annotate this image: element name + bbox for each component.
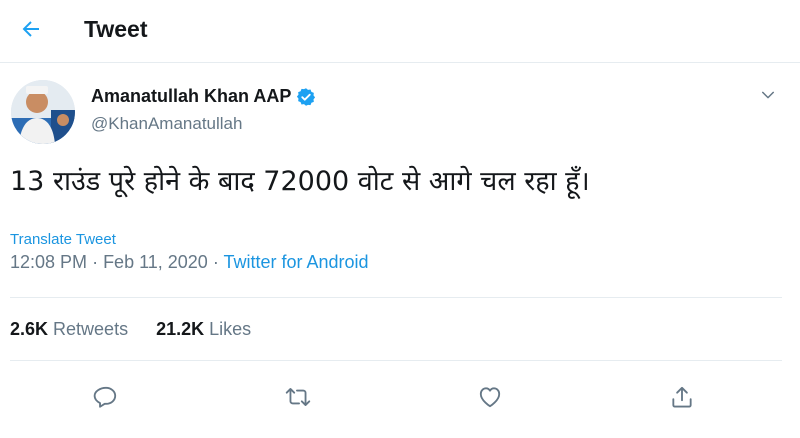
divider bbox=[10, 297, 782, 298]
meta-separator: · bbox=[212, 252, 224, 272]
likes-stat[interactable]: 21.2K Likes bbox=[156, 319, 251, 340]
translate-tweet-link[interactable]: Translate Tweet bbox=[10, 231, 116, 248]
reply-button[interactable] bbox=[86, 379, 126, 419]
tweet-stats: 2.6K Retweets 21.2K Likes bbox=[10, 319, 279, 340]
share-button[interactable] bbox=[662, 379, 702, 419]
share-icon bbox=[669, 384, 695, 414]
author-display-name[interactable]: Amanatullah Khan AAP bbox=[91, 86, 291, 107]
avatar[interactable] bbox=[11, 80, 75, 144]
meta-separator: · bbox=[92, 252, 104, 272]
retweet-button[interactable] bbox=[278, 379, 318, 419]
tweet-text: 13 राउंड पूरे होने के बाद 72000 वोट से आ… bbox=[10, 166, 590, 197]
verified-badge-icon bbox=[296, 87, 316, 107]
divider bbox=[10, 360, 782, 361]
chevron-down-icon bbox=[759, 86, 777, 108]
likes-label: Likes bbox=[209, 319, 252, 339]
page-title: Tweet bbox=[84, 16, 148, 42]
tweet-date[interactable]: Feb 11, 2020 bbox=[103, 252, 208, 272]
tweet-meta: 12:08 PM · Feb 11, 2020 · Twitter for An… bbox=[10, 252, 369, 273]
back-button[interactable] bbox=[12, 12, 50, 50]
header-bar: Tweet bbox=[0, 0, 800, 63]
more-options-button[interactable] bbox=[755, 84, 781, 110]
arrow-left-icon bbox=[19, 17, 43, 45]
tweet-source-link[interactable]: Twitter for Android bbox=[224, 252, 369, 272]
reply-icon bbox=[93, 384, 119, 414]
retweets-label: Retweets bbox=[53, 319, 129, 339]
retweet-icon bbox=[284, 384, 312, 414]
retweets-count: 2.6K bbox=[10, 319, 49, 339]
tweet-time[interactable]: 12:08 PM bbox=[10, 252, 87, 272]
like-button[interactable] bbox=[470, 379, 510, 419]
author-name-row: Amanatullah Khan AAP bbox=[91, 86, 316, 107]
author-handle[interactable]: @KhanAmanatullah bbox=[91, 114, 242, 134]
like-icon bbox=[477, 384, 503, 414]
likes-count: 21.2K bbox=[156, 319, 205, 339]
retweets-stat[interactable]: 2.6K Retweets bbox=[10, 319, 128, 340]
